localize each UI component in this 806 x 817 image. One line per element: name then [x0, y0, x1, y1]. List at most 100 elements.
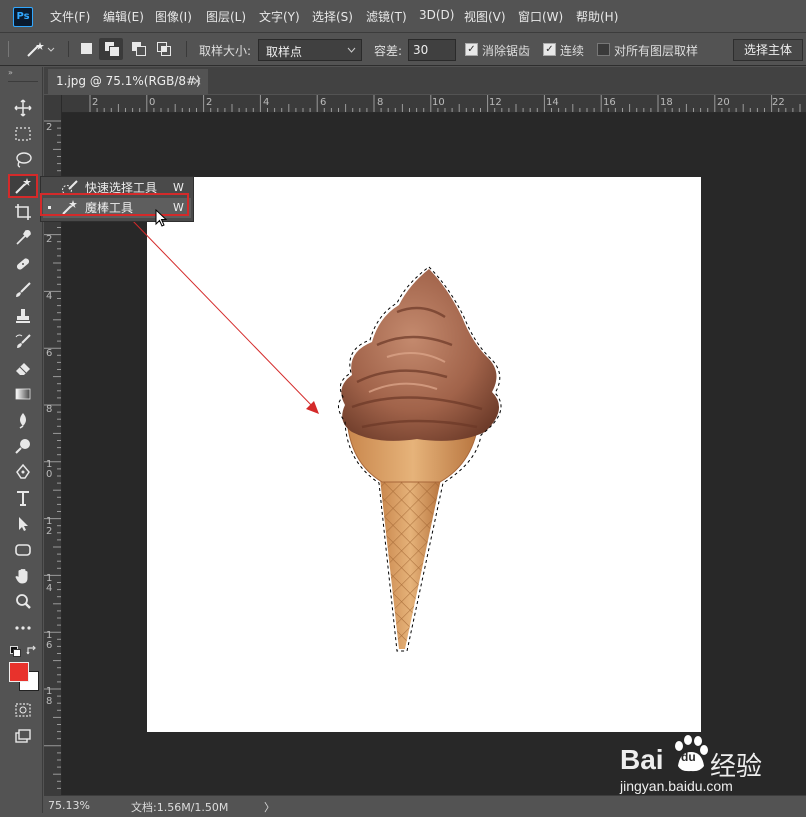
swap-colors-icon[interactable]: [26, 645, 38, 657]
crop-tool[interactable]: [4, 200, 42, 224]
foreground-color-swatch[interactable]: [9, 662, 29, 682]
active-tool-bullet: [48, 206, 51, 209]
watermark-url: jingyan.baidu.com: [620, 778, 733, 794]
menu-help[interactable]: 帮助(H): [576, 8, 618, 25]
hruler-tick-label: 2: [206, 97, 213, 108]
zoom-tool[interactable]: [4, 590, 42, 614]
menu-view[interactable]: 视图(V): [464, 8, 506, 25]
tool-preset-picker[interactable]: [25, 40, 55, 58]
baidu-jingyan-watermark: Bai du 经验 jingyan.baidu.com: [615, 728, 785, 798]
pen-icon: [16, 463, 30, 479]
eyedropper-tool[interactable]: [4, 226, 42, 250]
sample-size-label: 取样大小:: [199, 44, 252, 58]
options-divider: [68, 41, 69, 57]
magic-wand-tool[interactable]: [8, 174, 38, 198]
menu-layer[interactable]: 图层(L): [206, 8, 246, 25]
path-selection-tool[interactable]: [4, 512, 42, 536]
magic-wand-icon: [15, 178, 31, 194]
antialias-label: 消除锯齿: [482, 44, 531, 58]
menu-select[interactable]: 选择(S): [312, 8, 353, 25]
dodge-tool[interactable]: [4, 434, 42, 458]
hruler-tick-label: 0: [149, 97, 156, 108]
clone-stamp-tool[interactable]: [4, 304, 42, 328]
intersect-selection-button[interactable]: [156, 41, 172, 57]
tolerance-label: 容差:: [374, 44, 403, 58]
magnifier-icon: [16, 594, 31, 609]
hand-tool[interactable]: [4, 564, 42, 588]
sample-size-select[interactable]: 取样点: [258, 39, 362, 61]
more-dots-icon: [15, 626, 31, 630]
document-tab-title: 1.jpg @ 75.1%(RGB/8#): [56, 74, 201, 88]
menu-bar: Ps 文件(F) 编辑(E) 图像(I) 图层(L) 文字(Y) 选择(S) 滤…: [0, 0, 806, 33]
type-icon: [17, 491, 29, 506]
quick-mask-button[interactable]: [4, 698, 42, 722]
history-brush-tool[interactable]: [4, 330, 42, 354]
contiguous-checkbox[interactable]: ✓: [543, 43, 556, 56]
tolerance-input[interactable]: 30: [408, 39, 456, 61]
menu-edit[interactable]: 编辑(E): [103, 8, 144, 25]
default-colors-icon[interactable]: [10, 646, 21, 657]
hruler-tick-label: 6: [320, 97, 327, 108]
vruler-tick-label: 12: [46, 516, 53, 537]
new-selection-button[interactable]: [79, 41, 95, 57]
gradient-icon: [15, 388, 31, 400]
screen-mode-button[interactable]: [4, 724, 42, 748]
lasso-icon: [16, 152, 32, 168]
screen-mode-icon: [15, 729, 31, 743]
move-tool[interactable]: [4, 96, 42, 120]
dodge-icon: [15, 439, 30, 454]
vruler-tick-label: 10: [46, 459, 53, 480]
eraser-icon: [16, 363, 30, 375]
vruler-tick-label: 2: [46, 234, 53, 245]
status-menu-arrow[interactable]: 〉: [264, 799, 275, 815]
hruler-tick-label: 22: [772, 97, 785, 108]
menu-image[interactable]: 图像(I): [155, 8, 192, 25]
zoom-level[interactable]: 75.13%: [48, 799, 90, 812]
vruler-tick-label: 6: [46, 348, 53, 359]
sample-all-layers-checkbox[interactable]: ✓: [597, 43, 610, 56]
brush-tool[interactable]: [4, 278, 42, 302]
annotation-arrow: [129, 217, 319, 414]
lasso-tool[interactable]: [4, 148, 42, 172]
move-icon: [14, 99, 32, 117]
hruler-tick-label: 16: [603, 97, 616, 108]
hruler-tick-label: 4: [263, 97, 270, 108]
magic-wand-icon: [62, 200, 77, 215]
menu-file[interactable]: 文件(F): [50, 8, 90, 25]
menu-filter[interactable]: 滤镜(T): [366, 8, 407, 25]
quick-mask-icon: [15, 703, 31, 717]
toolbar-divider: [8, 81, 38, 82]
watermark-brand-bai: Bai: [620, 744, 664, 775]
select-subject-button[interactable]: 选择主体: [733, 39, 803, 61]
chevron-down-icon: [347, 47, 356, 53]
pen-tool[interactable]: [4, 460, 42, 484]
subtract-from-selection-button[interactable]: [131, 41, 147, 57]
hand-icon: [15, 569, 28, 584]
blur-tool[interactable]: [4, 408, 42, 432]
vruler-tick-label: 4: [46, 291, 53, 302]
horizontal-ruler[interactable]: 2 0 2 4 6 8 10 12 14 16 18 20 22: [62, 95, 806, 113]
vruler-tick-label: 8: [46, 404, 53, 415]
eraser-tool[interactable]: [4, 356, 42, 380]
document-tab[interactable]: 1.jpg @ 75.1%(RGB/8#) ×: [48, 69, 208, 94]
collapse-panel-icon[interactable]: »: [8, 69, 38, 77]
history-brush-icon: [15, 334, 31, 348]
gradient-tool[interactable]: [4, 382, 42, 406]
options-bar: 取样大小: 取样点 容差: 30 ✓ 消除锯齿 ✓ 连续 ✓ 对所有图层取样 选…: [0, 33, 806, 66]
brush-icon: [16, 282, 31, 297]
hruler-tick-label: 10: [432, 97, 445, 108]
marquee-tool[interactable]: [4, 122, 42, 146]
shape-tool[interactable]: [4, 538, 42, 562]
menu-window[interactable]: 窗口(W): [518, 8, 563, 25]
close-tab-icon[interactable]: ×: [192, 69, 202, 94]
menu-type[interactable]: 文字(Y): [259, 8, 300, 25]
blur-drop-icon: [19, 413, 26, 429]
antialias-checkbox[interactable]: ✓: [465, 43, 478, 56]
hruler-tick-label: 2: [92, 97, 99, 108]
type-tool[interactable]: [4, 486, 42, 510]
menu-3d[interactable]: 3D(D): [419, 8, 454, 22]
edit-toolbar-button[interactable]: [4, 616, 42, 640]
quick-selection-menu-item[interactable]: 快速选择工具 W: [43, 178, 191, 198]
healing-brush-tool[interactable]: [4, 252, 42, 276]
add-to-selection-button[interactable]: [99, 38, 123, 60]
